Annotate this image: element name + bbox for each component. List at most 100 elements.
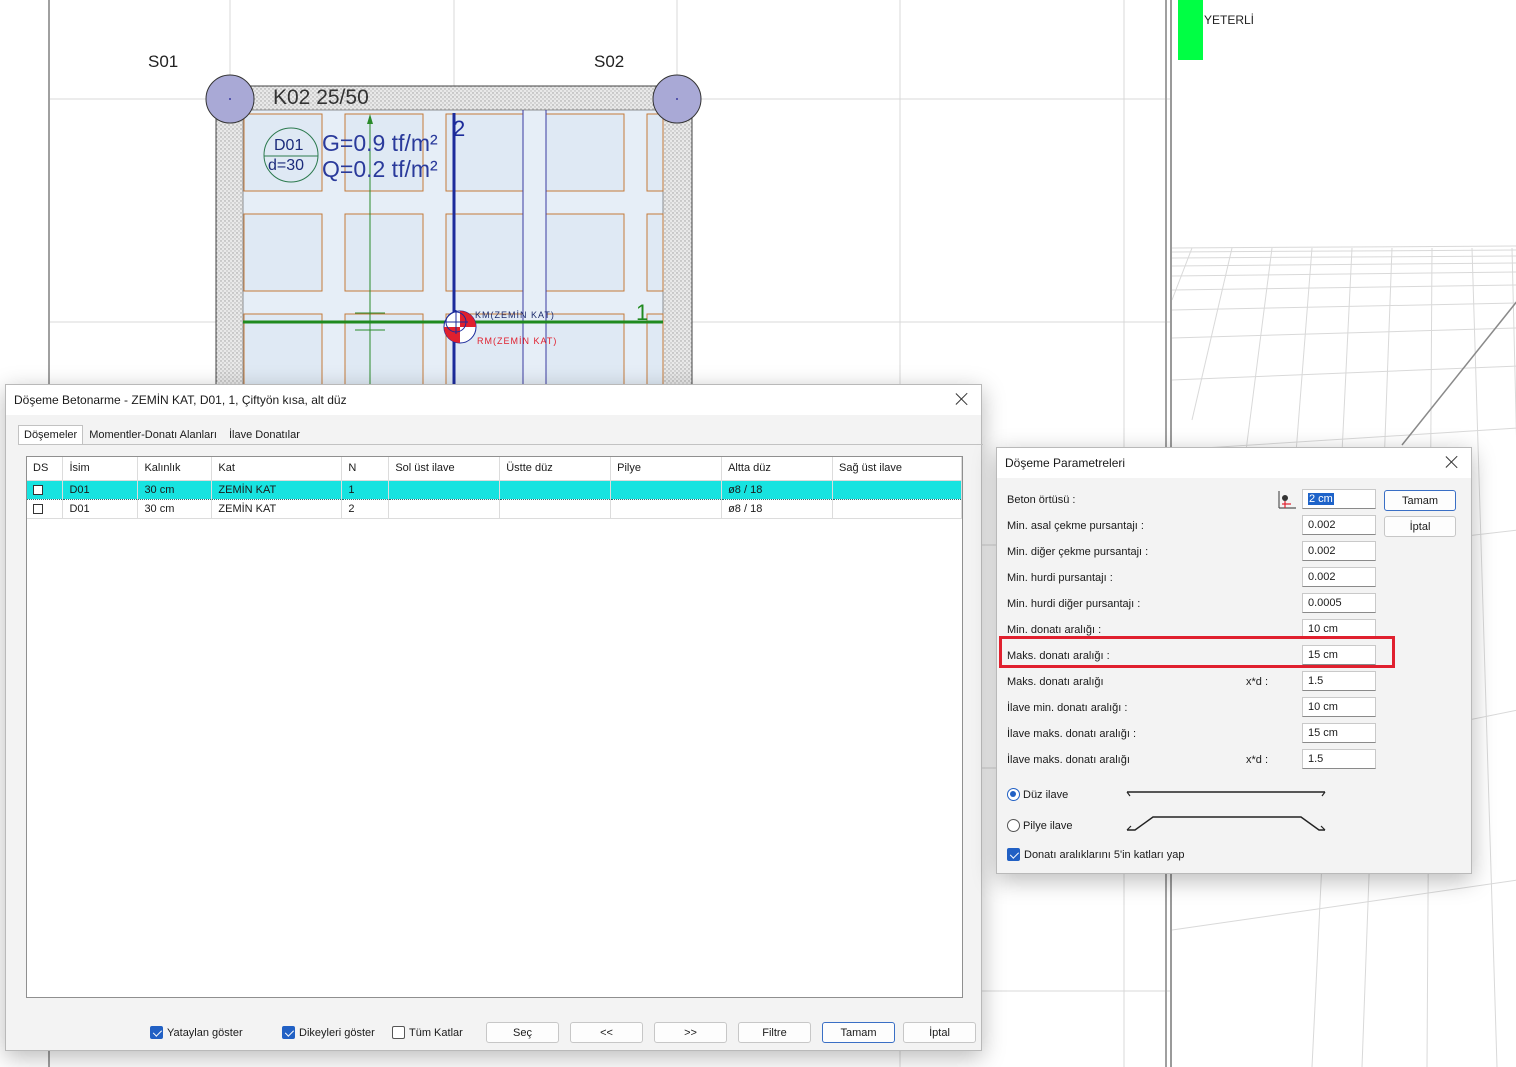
checkbox-unchecked-icon bbox=[392, 1026, 405, 1039]
col-kalinlik[interactable]: Kalınlık bbox=[137, 457, 213, 481]
ds-checkbox[interactable] bbox=[33, 503, 43, 514]
previous-button[interactable]: << bbox=[570, 1022, 643, 1043]
show-horizontals-checkbox[interactable]: Yataylan göster bbox=[150, 1026, 243, 1039]
show-horizontals-label: Yataylan göster bbox=[167, 1026, 243, 1039]
min-main-ratio-input[interactable]: 0.002 bbox=[1302, 515, 1376, 535]
param-label-extra-max-spacing: İlave maks. donatı aralığı : bbox=[1007, 728, 1137, 740]
radio-selected-icon bbox=[1007, 788, 1020, 801]
tab-doşemeler[interactable]: Döşemeler bbox=[18, 425, 84, 445]
cell-pilye bbox=[610, 479, 723, 500]
straight-extra-label: Düz ilave bbox=[1023, 788, 1069, 801]
straight-bar-icon bbox=[1126, 791, 1326, 797]
params-cancel-button[interactable]: İptal bbox=[1384, 516, 1456, 537]
show-verticals-checkbox[interactable]: Dikeyleri göster bbox=[282, 1026, 375, 1039]
close-icon[interactable] bbox=[1443, 453, 1461, 471]
slab-name: D01 bbox=[274, 137, 304, 154]
min-hurdi-ratio-input[interactable]: 0.002 bbox=[1302, 567, 1376, 587]
col-kat[interactable]: Kat bbox=[211, 457, 343, 481]
center-of-rigidity-label: RM(ZEMİN KAT) bbox=[477, 336, 558, 346]
cover-value: 2 cm bbox=[1308, 493, 1334, 505]
param-label-min-other-ratio: Min. diğer çekme pursantajı : bbox=[1007, 546, 1149, 558]
tab-divider bbox=[18, 444, 983, 445]
slab-reinforcement-dialog: Döşeme Betonarme - ZEMİN KAT, D01, 1, Çi… bbox=[5, 384, 983, 1051]
extra-max-spacing-xd-input[interactable]: 1.5 bbox=[1302, 749, 1376, 769]
table-header: DS İsim Kalınlık Kat N Sol üst ilave Üst… bbox=[27, 457, 962, 481]
ok-button[interactable]: Tamam bbox=[822, 1022, 895, 1043]
column-label-s01: S01 bbox=[148, 52, 179, 71]
axis-label-2: 2 bbox=[453, 116, 466, 141]
extra-max-spacing-input[interactable]: 15 cm bbox=[1302, 723, 1376, 743]
highlight-annotation bbox=[999, 636, 1395, 668]
slab-table[interactable]: DS İsim Kalınlık Kat N Sol üst ilave Üst… bbox=[26, 456, 963, 998]
dialog-titlebar: Döşeme Betonarme - ZEMİN KAT, D01, 1, Çi… bbox=[6, 385, 981, 415]
slab-grid: DS İsim Kalınlık Kat N Sol üst ilave Üst… bbox=[27, 457, 962, 519]
axis-label-1: 1 bbox=[636, 300, 649, 325]
cell-altta: ø8 / 18 bbox=[721, 499, 834, 519]
slab-parameters-dialog: Döşeme Parametreleri Tamam İptal Beton ö… bbox=[996, 447, 1472, 874]
ds-checkbox[interactable] bbox=[33, 484, 43, 495]
xd-label: x*d : bbox=[1246, 676, 1269, 688]
bent-extra-radio[interactable]: Pilye ilave bbox=[1007, 819, 1073, 832]
col-ds[interactable]: DS bbox=[27, 457, 64, 481]
cell-sag bbox=[832, 479, 962, 500]
concrete-cover-icon bbox=[1278, 491, 1296, 509]
param-label-extra-max-spacing-xd: İlave maks. donatı aralığı bbox=[1007, 754, 1130, 766]
cancel-button[interactable]: İptal bbox=[903, 1022, 976, 1043]
select-button[interactable]: Seç bbox=[486, 1022, 559, 1043]
param-label-cover: Beton örtüsü : bbox=[1007, 494, 1076, 506]
multiples-of-5-checkbox[interactable]: Donatı aralıklarını 5'in katları yap bbox=[1007, 848, 1184, 861]
params-ok-button[interactable]: Tamam bbox=[1384, 490, 1456, 511]
params-titlebar: Döşeme Parametreleri bbox=[997, 448, 1471, 478]
cell-kalinlik: 30 cm bbox=[137, 499, 213, 519]
cell-pilye bbox=[610, 499, 723, 519]
checkbox-checked-icon bbox=[282, 1026, 295, 1039]
cell-sag bbox=[832, 499, 962, 519]
radio-unselected-icon bbox=[1007, 819, 1020, 832]
dialog-title: Döşeme Betonarme - ZEMİN KAT, D01, 1, Çi… bbox=[14, 393, 347, 407]
ds-checkbox-cell[interactable] bbox=[27, 479, 64, 500]
col-n[interactable]: N bbox=[341, 457, 390, 481]
col-altta-duz[interactable]: Altta düz bbox=[721, 457, 834, 481]
cell-altta: ø8 / 18 bbox=[721, 479, 834, 500]
all-floors-checkbox[interactable]: Tüm Katlar bbox=[392, 1026, 463, 1039]
bent-extra-label: Pilye ilave bbox=[1023, 819, 1073, 832]
next-button[interactable]: >> bbox=[654, 1022, 727, 1043]
col-pilye[interactable]: Pilye bbox=[610, 457, 723, 481]
cell-kalinlik: 30 cm bbox=[137, 479, 213, 500]
param-label-min-hurdi-other-ratio: Min. hurdi diğer pursantajı : bbox=[1007, 598, 1141, 610]
cell-isim: D01 bbox=[62, 499, 139, 519]
slab-thickness: d=30 bbox=[268, 157, 305, 174]
param-label-min-main-ratio: Min. asal çekme pursantajı : bbox=[1007, 520, 1144, 532]
cell-n: 2 bbox=[341, 499, 390, 519]
table-row[interactable]: D01 30 cm ZEMİN KAT 2 ø8 / 18 bbox=[27, 499, 962, 519]
col-isim[interactable]: İsim bbox=[62, 457, 139, 481]
load-g: G=0.9 tf/m² bbox=[322, 130, 438, 156]
cover-input[interactable]: 2 cm bbox=[1302, 489, 1376, 509]
all-floors-label: Tüm Katlar bbox=[409, 1026, 463, 1039]
tab-momentler[interactable]: Momentler-Donatı Alanları bbox=[83, 425, 223, 445]
col-sol-ust-ilave[interactable]: Sol üst ilave bbox=[388, 457, 501, 481]
ds-checkbox-cell[interactable] bbox=[27, 499, 64, 519]
col-ustte-duz[interactable]: Üstte düz bbox=[499, 457, 612, 481]
bent-bar-icon bbox=[1126, 816, 1326, 831]
column-label-s02: S02 bbox=[594, 52, 625, 71]
extra-min-spacing-input[interactable]: 10 cm bbox=[1302, 697, 1376, 717]
col-sag-ust-ilave[interactable]: Sağ üst ilave bbox=[832, 457, 962, 481]
max-spacing-xd-input[interactable]: 1.5 bbox=[1302, 671, 1376, 691]
tab-strip: Döşemeler Momentler-Donatı Alanları İlav… bbox=[18, 425, 306, 445]
tab-ilave-donatilar[interactable]: İlave Donatılar bbox=[223, 425, 306, 445]
straight-extra-radio[interactable]: Düz ilave bbox=[1007, 788, 1068, 801]
close-icon[interactable] bbox=[953, 390, 971, 408]
cell-sol bbox=[388, 479, 501, 500]
table-row[interactable]: D01 30 cm ZEMİN KAT 1 ø8 / 18 bbox=[27, 479, 962, 500]
filter-button[interactable]: Filtre bbox=[738, 1022, 811, 1043]
cell-ustte bbox=[499, 499, 612, 519]
checkbox-checked-icon bbox=[150, 1026, 163, 1039]
cell-isim: D01 bbox=[62, 479, 139, 500]
param-label-max-spacing-xd: Maks. donatı aralığı bbox=[1007, 676, 1104, 688]
min-other-ratio-input[interactable]: 0.002 bbox=[1302, 541, 1376, 561]
param-label-min-hurdi-ratio: Min. hurdi pursantajı : bbox=[1007, 572, 1113, 584]
cell-kat: ZEMİN KAT bbox=[211, 499, 343, 519]
min-hurdi-other-ratio-input[interactable]: 0.0005 bbox=[1302, 593, 1376, 613]
cell-sol bbox=[388, 499, 501, 519]
